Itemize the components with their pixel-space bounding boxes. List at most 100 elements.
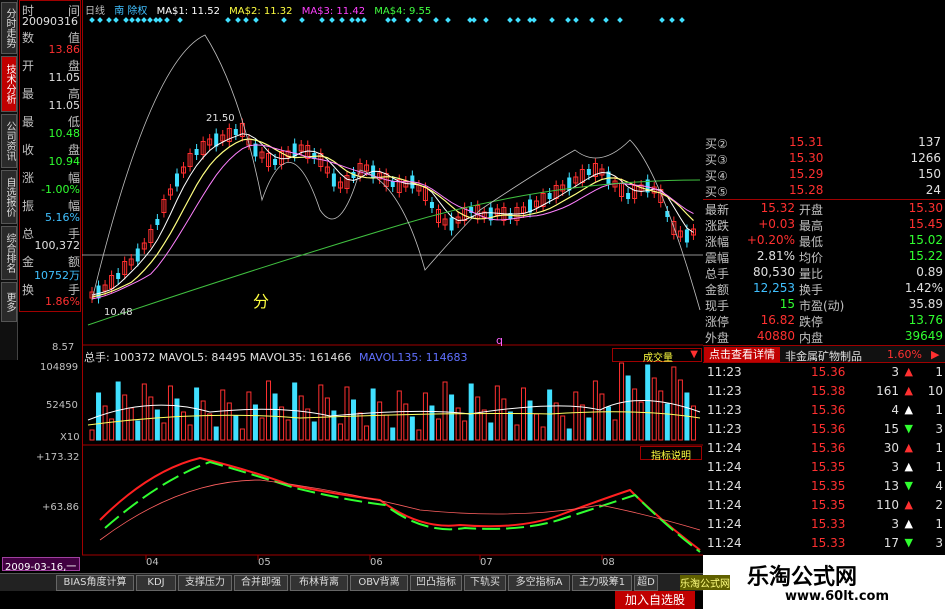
volume-bar [514, 424, 520, 441]
volume-bar [612, 419, 618, 441]
indicator-tab[interactable]: 主力吸筹1 [572, 575, 632, 591]
marker-diamonds [89, 17, 685, 23]
quote-stat-row: 涨幅 +0.20% 最低 15.02 [703, 233, 945, 249]
candle-body [194, 149, 199, 155]
volume-bar [226, 402, 232, 441]
vol-dropdown[interactable]: 成交量 ▼ [612, 348, 702, 364]
volume-bar [481, 409, 487, 441]
stat-value: +0.20% [746, 233, 795, 247]
candlesticks [89, 118, 696, 304]
tick-time: 11:23 [707, 422, 742, 436]
q-annotation: q [496, 334, 503, 347]
indicator-tab[interactable]: 凹凸指标 [410, 575, 462, 591]
marker-diamond [135, 17, 141, 23]
tick-volume: 13 [883, 479, 899, 493]
stat-value: 15.02 [908, 233, 943, 247]
indicator-tab[interactable]: 布林背离 [290, 575, 348, 591]
tick-price: 15.38 [811, 384, 846, 398]
candle-body [684, 229, 689, 243]
volume-bar [351, 399, 357, 441]
volume-bar [409, 416, 415, 441]
volume-bar [507, 411, 513, 441]
marker-diamond [573, 17, 579, 23]
high-mark: 21.50 [206, 113, 235, 124]
stat-value: 13.76 [908, 313, 943, 327]
candle-body [155, 219, 160, 225]
month-label: 04 [146, 557, 159, 568]
volume-bar [200, 400, 206, 441]
marker-diamond [235, 17, 241, 23]
volume-bar [292, 382, 298, 441]
volume-bar [324, 397, 330, 441]
indicator-tab[interactable]: 下轨买 [464, 575, 506, 591]
vol-legend-text2: MAVOL135: 114683 [358, 351, 468, 364]
bid-row: 买⑤ 15.28 24 [703, 183, 945, 199]
marker-diamond [361, 17, 367, 23]
bid-label: 买⑤ [705, 185, 728, 199]
up-red-arrow-icon: ▲ [904, 365, 913, 378]
volume-bar [259, 417, 265, 441]
indicator-tab[interactable]: 超D [634, 575, 658, 591]
volume-bar [266, 380, 272, 441]
view-detail-button[interactable]: 点击查看详情 [704, 347, 780, 362]
stat-value: 15.22 [908, 249, 943, 263]
stat-label: 最新 [705, 203, 730, 217]
volume-bars [87, 362, 701, 441]
tick-header: 点击查看详情 非金属矿物制品 1.60% ▶ [703, 345, 945, 363]
marker-diamond [243, 17, 249, 23]
indicator-tab[interactable]: OBV背离 [350, 575, 408, 591]
ma2-line [91, 138, 694, 298]
volume-bar [475, 396, 481, 441]
indicator-help-button[interactable]: 指标说明 [640, 446, 702, 462]
center-annotation: 分 [253, 292, 270, 311]
stat-value: 15.32 [760, 201, 795, 215]
indicator-tab[interactable]: KDJ [136, 575, 176, 591]
volume-bar [377, 401, 383, 441]
volume-bar [135, 420, 141, 441]
volume-bar [632, 388, 638, 441]
vol-tick-top: 104899 [40, 362, 79, 373]
marker-diamond [147, 17, 153, 23]
volume-bar [422, 392, 428, 441]
volume-bar [370, 388, 376, 441]
bid-volume: 137 [918, 135, 941, 149]
candle-body [174, 173, 179, 187]
volume-bar [89, 429, 95, 441]
stat-value: 16.82 [760, 313, 795, 327]
stat-value: 40880 [756, 329, 795, 343]
marker-diamond [355, 17, 361, 23]
volume-bar [187, 424, 193, 441]
bid-price: 15.30 [789, 151, 824, 165]
industry-name[interactable]: 非金属矿物制品 [785, 348, 862, 364]
vol-legend: 总手: 100372 MAVOL5: 84495 MAVOL35: 161466… [84, 349, 468, 365]
volume-bar [645, 364, 651, 441]
volume-bar [560, 415, 566, 441]
tick-price: 15.36 [811, 403, 846, 417]
tick-count: 4 [935, 479, 943, 493]
volume-bar [233, 415, 239, 441]
up-red-arrow-icon: ▲ [904, 384, 913, 397]
indicator-tab[interactable]: BIAS角度计算 [56, 575, 134, 591]
volume-bar [383, 414, 389, 441]
chevron-right-icon[interactable]: ▶ [931, 348, 939, 361]
indicator-tab[interactable]: 多空指标A [508, 575, 570, 591]
candle-body [390, 181, 395, 187]
indicator-tab[interactable]: 合并即强 [234, 575, 288, 591]
stat-value: 0.89 [916, 265, 943, 279]
add-to-watchlist-button[interactable]: 加入自选股 [615, 591, 695, 609]
tick-time: 11:24 [707, 517, 742, 531]
tick-count: 3 [935, 422, 943, 436]
quote-stat-row: 外盘 40880 内盘 39649 [703, 329, 945, 345]
volume-bar [364, 425, 370, 441]
volume-bar [501, 398, 507, 441]
quote-stat-row: 最新 15.32 开盘 15.30 [703, 201, 945, 217]
stat-label: 跌停 [799, 315, 824, 329]
marker-diamond [549, 17, 555, 23]
stat-label: 内盘 [799, 331, 824, 345]
stat-label: 开盘 [799, 203, 824, 217]
indicator-tab[interactable]: 支撑压力 [178, 575, 232, 591]
marker-diamond [433, 17, 439, 23]
chevron-down-icon: ▼ [690, 349, 698, 360]
tick-count: 3 [935, 536, 943, 550]
marker-diamond [471, 17, 477, 23]
